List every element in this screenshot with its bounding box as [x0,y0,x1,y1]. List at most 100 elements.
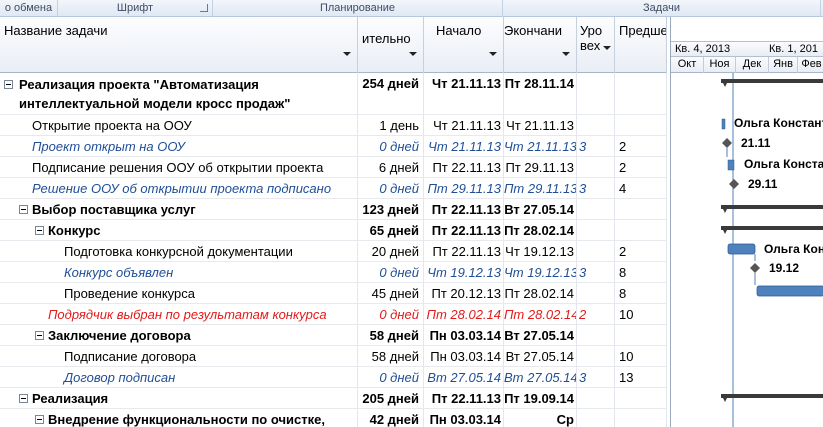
predecessors-cell[interactable]: 8 [615,262,667,282]
end-cell[interactable]: Вт 27.05.14 [504,325,577,345]
column-header-end[interactable]: Экончани [504,17,577,73]
task-name-cell[interactable]: Подрядчик выбран по результатам конкурса [0,304,358,324]
level-cell[interactable]: 3 [577,367,615,387]
end-cell[interactable]: Ср [504,409,577,427]
predecessors-cell[interactable]: 2 [615,241,667,261]
column-header-name[interactable]: Название задачи [0,17,358,73]
duration-cell[interactable]: 254 дней [358,73,424,114]
end-cell[interactable]: Пт 28.02.14 [504,304,577,324]
start-cell[interactable]: Пт 22.11.13 [424,199,504,219]
predecessors-cell[interactable]: 10 [615,346,667,366]
column-header-level[interactable]: Уро вех [577,17,615,73]
table-row[interactable]: Подписание решения ООУ об открытии проек… [0,157,667,178]
table-row[interactable]: Открытие проекта на ООУ 1 день Чт 21.11.… [0,115,667,136]
table-row[interactable]: Подготовка конкурсной документации 20 дн… [0,241,667,262]
duration-cell[interactable]: 58 дней [358,346,424,366]
duration-cell[interactable]: 205 дней [358,388,424,408]
level-cell[interactable]: 2 [577,304,615,324]
level-cell[interactable]: 3 [577,178,615,198]
task-name-cell[interactable]: Конкурс объявлен [0,262,358,282]
predecessors-cell[interactable] [615,115,667,135]
column-filter-arrow-icon[interactable] [489,52,497,56]
end-cell[interactable]: Пт 19.09.14 [504,388,577,408]
column-header-start[interactable]: Начало [424,17,504,73]
level-cell[interactable] [577,325,615,345]
column-filter-arrow-icon[interactable] [409,52,417,56]
predecessors-cell[interactable] [615,199,667,219]
start-cell[interactable]: Пт 22.11.13 [424,241,504,261]
duration-cell[interactable]: 0 дней [358,136,424,156]
predecessors-cell[interactable]: 2 [615,136,667,156]
level-cell[interactable] [577,283,615,303]
predecessors-cell[interactable]: 10 [615,304,667,324]
start-cell[interactable]: Пт 22.11.13 [424,220,504,240]
task-name-cell[interactable]: Решение ООУ об открытии проекта подписан… [0,178,358,198]
level-cell[interactable] [577,115,615,135]
start-cell[interactable]: Чт 21.11.13 [424,136,504,156]
start-cell[interactable]: Пн 03.03.14 [424,325,504,345]
start-cell[interactable]: Пт 22.11.13 [424,388,504,408]
task-name-cell[interactable]: Проведение конкурса [0,283,358,303]
column-filter-arrow-icon[interactable] [603,46,611,50]
column-filter-arrow-icon[interactable] [562,52,570,56]
table-row[interactable]: Подрядчик выбран по результатам конкурса… [0,304,667,325]
duration-cell[interactable]: 0 дней [358,304,424,324]
task-name-cell[interactable]: Выбор поставщика услуг [0,199,358,219]
collapse-toggle-icon[interactable] [35,415,44,425]
table-row[interactable]: Внедрение функциональности по очистке, 4… [0,409,667,427]
task-name-cell[interactable]: Внедрение функциональности по очистке, [0,409,358,427]
table-row[interactable]: Решение ООУ об открытии проекта подписан… [0,178,667,199]
table-row[interactable]: Заключение договора 58 дней Пн 03.03.14 … [0,325,667,346]
task-name-cell[interactable]: Открытие проекта на ООУ [0,115,358,135]
predecessors-cell[interactable]: 4 [615,178,667,198]
level-cell[interactable] [577,241,615,261]
level-cell[interactable] [577,157,615,177]
duration-cell[interactable]: 42 дней [358,409,424,427]
table-row[interactable]: Реализация проекта "Автоматизация интелл… [0,73,667,115]
table-row[interactable]: Реализация 205 дней Пт 22.11.13 Пт 19.09… [0,388,667,409]
column-header-duration[interactable]: ительно [358,17,424,73]
level-cell[interactable] [577,346,615,366]
end-cell[interactable]: Пт 28.02.14 [504,220,577,240]
table-row[interactable]: Проведение конкурса 45 дней Пт 20.12.13 … [0,283,667,304]
duration-cell[interactable]: 58 дней [358,325,424,345]
start-cell[interactable]: Пт 29.11.13 [424,178,504,198]
end-cell[interactable]: Вт 27.05.14 [504,367,577,387]
predecessors-cell[interactable] [615,409,667,427]
gantt-chart-pane[interactable]: Кв. 4, 2013 Кв. 1, 201 Окт Ноя Дек Янв Ф… [670,17,823,427]
collapse-toggle-icon[interactable] [19,205,28,215]
task-name-cell[interactable]: Подписание решения ООУ об открытии проек… [0,157,358,177]
duration-cell[interactable]: 45 дней [358,283,424,303]
table-row[interactable]: Конкурс объявлен 0 дней Чт 19.12.13 Чт 1… [0,262,667,283]
end-cell[interactable]: Чт 21.11.13 [504,115,577,135]
duration-cell[interactable]: 1 день [358,115,424,135]
start-cell[interactable]: Пт 22.11.13 [424,157,504,177]
duration-cell[interactable]: 123 дней [358,199,424,219]
predecessors-cell[interactable]: 13 [615,367,667,387]
end-cell[interactable]: Чт 19.12.13 [504,262,577,282]
end-cell[interactable]: Вт 27.05.14 [504,346,577,366]
level-cell[interactable] [577,73,615,114]
end-cell[interactable]: Пт 28.11.14 [504,73,577,114]
end-cell[interactable]: Пт 29.11.13 [504,178,577,198]
duration-cell[interactable]: 20 дней [358,241,424,261]
duration-cell[interactable]: 0 дней [358,178,424,198]
predecessors-cell[interactable]: 8 [615,283,667,303]
start-cell[interactable]: Чт 21.11.13 [424,73,504,114]
task-name-cell[interactable]: Конкурс [0,220,358,240]
task-name-cell[interactable]: Реализация [0,388,358,408]
collapse-toggle-icon[interactable] [35,331,44,341]
level-cell[interactable]: 3 [577,262,615,282]
task-name-cell[interactable]: Заключение договора [0,325,358,345]
start-cell[interactable]: Пн 03.03.14 [424,346,504,366]
level-cell[interactable] [577,199,615,219]
duration-cell[interactable]: 65 дней [358,220,424,240]
end-cell[interactable]: Чт 21.11.13 [504,136,577,156]
duration-cell[interactable]: 0 дней [358,367,424,387]
task-name-cell[interactable]: Подготовка конкурсной документации [0,241,358,261]
start-cell[interactable]: Чт 19.12.13 [424,262,504,282]
table-row[interactable]: Подписание договора 58 дней Пн 03.03.14 … [0,346,667,367]
level-cell[interactable] [577,388,615,408]
start-cell[interactable]: Пт 20.12.13 [424,283,504,303]
start-cell[interactable]: Вт 27.05.14 [424,367,504,387]
